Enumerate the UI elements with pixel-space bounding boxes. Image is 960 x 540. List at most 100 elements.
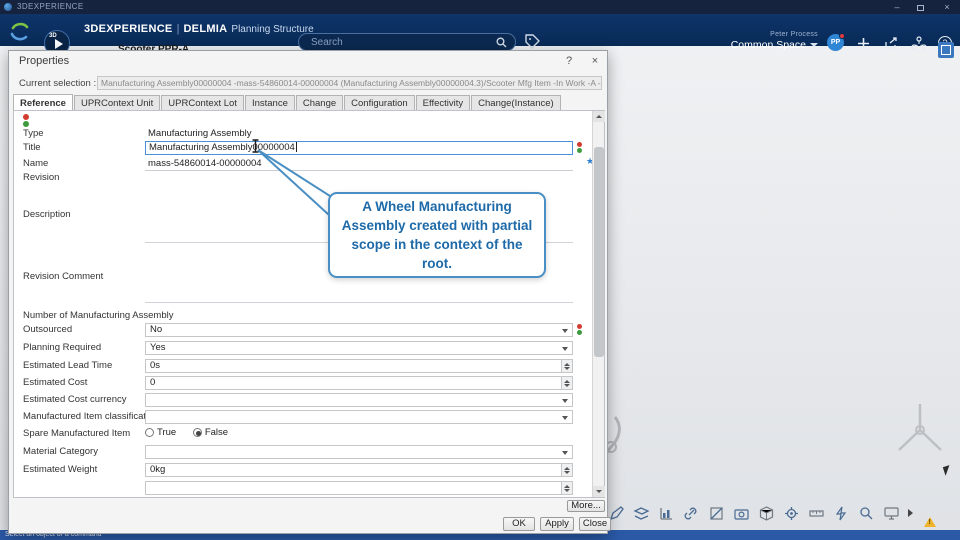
avatar[interactable]: PP — [827, 34, 844, 51]
title-value: Manufacturing Assembly00000004 — [149, 142, 295, 153]
field-label: Outsourced — [23, 324, 72, 335]
spare-item-radio-group: True False — [145, 427, 573, 441]
ruler-icon[interactable] — [808, 505, 825, 522]
dialog-scrollbar[interactable] — [592, 111, 604, 497]
view-compass-icon[interactable] — [893, 400, 947, 462]
section-plane-icon[interactable] — [708, 505, 725, 522]
search-box[interactable] — [298, 33, 516, 51]
search-input[interactable] — [311, 35, 481, 49]
tab-effectivity[interactable]: Effectivity — [416, 95, 470, 111]
tab-change[interactable]: Change — [296, 95, 343, 111]
radio-true-label: True — [157, 427, 176, 438]
title-input[interactable]: Manufacturing Assembly00000004 — [145, 141, 573, 155]
field-label: Title — [23, 142, 41, 153]
tag-icon[interactable] — [524, 33, 541, 50]
scrollbar-thumb[interactable] — [594, 147, 604, 357]
radio-true[interactable]: True — [145, 427, 176, 438]
add-button[interactable] — [854, 35, 872, 51]
camera-icon[interactable] — [733, 505, 750, 522]
weight-value: 0kg — [150, 464, 165, 475]
estimated-lead-time-spinner[interactable]: 0s — [145, 359, 573, 373]
field-row-item-classification: Manufactured Item classification — [9, 410, 609, 426]
dialog-tabs: Reference UPRContext Unit UPRContext Lot… — [13, 94, 562, 111]
radio-icon — [145, 428, 154, 437]
field-label: Planning Required — [23, 342, 101, 353]
tab-uprcontext-unit[interactable]: UPRContext Unit — [74, 95, 160, 111]
app-icon — [4, 3, 12, 11]
properties-dialog: Properties ? × Current selection : Manuf… — [8, 50, 608, 534]
close-button-dialog[interactable]: Close — [579, 517, 611, 531]
scroll-down-button[interactable] — [593, 486, 605, 497]
field-row-spare-item: Spare Manufactured Item True False — [9, 427, 609, 443]
more-button[interactable]: More... — [567, 500, 605, 512]
dialog-title: Properties — [19, 55, 69, 67]
text-caret — [296, 142, 297, 152]
chevron-down-icon — [562, 329, 568, 333]
spinner-buttons[interactable] — [561, 464, 572, 476]
user-space-block[interactable]: Peter Process Common Space — [731, 31, 818, 51]
radio-false[interactable]: False — [193, 427, 228, 438]
ok-button[interactable]: OK — [503, 517, 535, 531]
callout-text: A Wheel Manufacturing Assembly created w… — [338, 197, 536, 273]
apply-button[interactable]: Apply — [540, 517, 574, 531]
current-selection-field[interactable]: Manufacturing Assembly00000004 -mass-548… — [97, 76, 602, 90]
search-icon[interactable] — [496, 37, 507, 48]
dialog-help-button[interactable]: ? — [561, 53, 577, 69]
ibeam-cursor — [251, 139, 260, 153]
tab-change-instance[interactable]: Change(Instance) — [471, 95, 561, 111]
share-button[interactable] — [882, 35, 900, 51]
cube-icon[interactable] — [758, 505, 775, 522]
planning-required-select[interactable]: Yes — [145, 341, 573, 355]
name-input[interactable]: mass-54860014-00000004 — [145, 157, 573, 171]
scroll-up-button[interactable] — [593, 111, 605, 122]
lightning-icon[interactable] — [833, 505, 850, 522]
outsourced-status-traffic-icon — [577, 324, 583, 336]
annotation-callout: A Wheel Manufacturing Assembly created w… — [328, 192, 546, 278]
minimize-button[interactable]: – — [888, 1, 906, 13]
radio-selected-icon — [193, 428, 202, 437]
close-button[interactable]: × — [938, 1, 956, 13]
maximize-button[interactable] — [912, 1, 930, 13]
item-classification-select[interactable] — [145, 410, 573, 424]
link-icon[interactable] — [683, 505, 700, 522]
tab-instance[interactable]: Instance — [245, 95, 295, 111]
avatar-initials: PP — [831, 39, 840, 46]
estimated-weight-spinner[interactable]: 0kg — [145, 463, 573, 477]
dialog-close-icon[interactable]: × — [587, 53, 603, 69]
toolbar-overflow-icon[interactable] — [908, 509, 913, 517]
outsourced-select[interactable]: No — [145, 323, 573, 337]
3ds-logo-icon[interactable] — [8, 19, 32, 43]
cost-value: 0 — [150, 377, 155, 388]
field-label: Estimated Cost — [23, 377, 87, 388]
gear-icon[interactable] — [783, 505, 800, 522]
magnifier-tool-icon[interactable] — [858, 505, 875, 522]
chart-icon[interactable] — [658, 505, 675, 522]
cost-currency-select[interactable] — [145, 393, 573, 407]
tab-reference[interactable]: Reference — [13, 94, 73, 111]
maturity-status-icon — [23, 114, 29, 127]
share-icon — [884, 36, 899, 50]
mouse-cursor — [943, 465, 952, 476]
estimated-cost-spinner[interactable]: 0 — [145, 376, 573, 390]
clipped-field[interactable] — [145, 481, 573, 495]
outsourced-value: No — [150, 324, 162, 335]
lead-time-value: 0s — [150, 360, 160, 371]
collaboration-button[interactable] — [910, 35, 928, 51]
space-name: Common Space — [731, 39, 806, 51]
current-selection-label: Current selection : — [19, 78, 96, 89]
field-label: Manufactured Item classification — [23, 411, 159, 422]
dock-panel-icon[interactable] — [938, 42, 954, 58]
number-of-assembly-value — [145, 309, 573, 323]
spinner-buttons[interactable] — [561, 377, 572, 389]
spinner-buttons[interactable] — [561, 360, 572, 372]
tab-uprcontext-lot[interactable]: UPRContext Lot — [161, 95, 244, 111]
layers-icon[interactable] — [633, 505, 650, 522]
warning-icon[interactable] — [924, 517, 936, 527]
field-label: Spare Manufactured Item — [23, 428, 130, 439]
monitor-icon[interactable] — [883, 505, 900, 522]
material-category-select[interactable] — [145, 445, 573, 459]
title-status-traffic-icon — [577, 142, 583, 154]
spinner-buttons[interactable] — [561, 482, 572, 494]
field-row-title: Title Manufacturing Assembly00000004 — [9, 141, 609, 157]
tab-configuration[interactable]: Configuration — [344, 95, 415, 111]
